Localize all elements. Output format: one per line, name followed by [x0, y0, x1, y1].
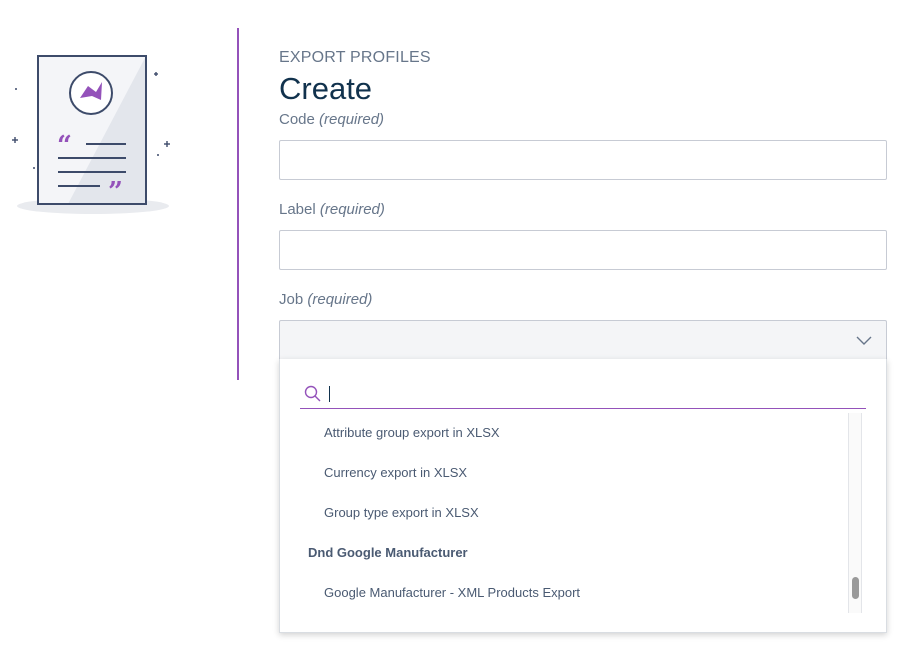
svg-text:”: ”: [108, 177, 123, 207]
label-field-label: Label (required): [279, 201, 385, 219]
code-required-hint: (required): [319, 111, 385, 128]
list-item[interactable]: Group type export in XLSX: [324, 505, 479, 521]
chevron-down-icon[interactable]: [856, 334, 872, 346]
label-label-text: Label: [279, 201, 316, 218]
job-select[interactable]: [279, 320, 887, 360]
document-quote-icon: “ ”: [12, 55, 170, 214]
export-profile-illustration: “ ”: [8, 48, 178, 220]
label-required-hint: (required): [319, 201, 385, 218]
job-search-input[interactable]: [300, 381, 866, 409]
code-field-label: Code (required): [279, 111, 384, 129]
option-group-header: Dnd Google Manufacturer: [308, 545, 468, 560]
job-field-label: Job (required): [279, 291, 372, 309]
job-required-hint: (required): [307, 291, 373, 308]
list-item[interactable]: Attribute group export in XLSX: [324, 425, 500, 441]
label-input[interactable]: [279, 230, 887, 270]
svg-text:“: “: [57, 131, 72, 161]
job-label-text: Job: [279, 291, 304, 308]
page-header: EXPORT PROFILES Create: [279, 48, 887, 108]
code-label-text: Code: [279, 111, 315, 128]
search-icon: [304, 385, 321, 402]
list-item[interactable]: Google Manufacturer - XML Products Expor…: [324, 585, 580, 601]
text-caret: [329, 386, 330, 402]
dropdown-scrollbar[interactable]: [848, 413, 862, 613]
page-title: Create: [279, 71, 373, 106]
scrollbar-thumb[interactable]: [852, 577, 859, 599]
code-input[interactable]: [279, 140, 887, 180]
job-options-list: Attribute group export in XLSX Currency …: [280, 413, 846, 623]
section-divider: [237, 28, 239, 380]
list-item[interactable]: Currency export in XLSX: [324, 465, 467, 481]
breadcrumb: EXPORT PROFILES: [279, 49, 431, 66]
job-dropdown: Attribute group export in XLSX Currency …: [279, 359, 887, 633]
